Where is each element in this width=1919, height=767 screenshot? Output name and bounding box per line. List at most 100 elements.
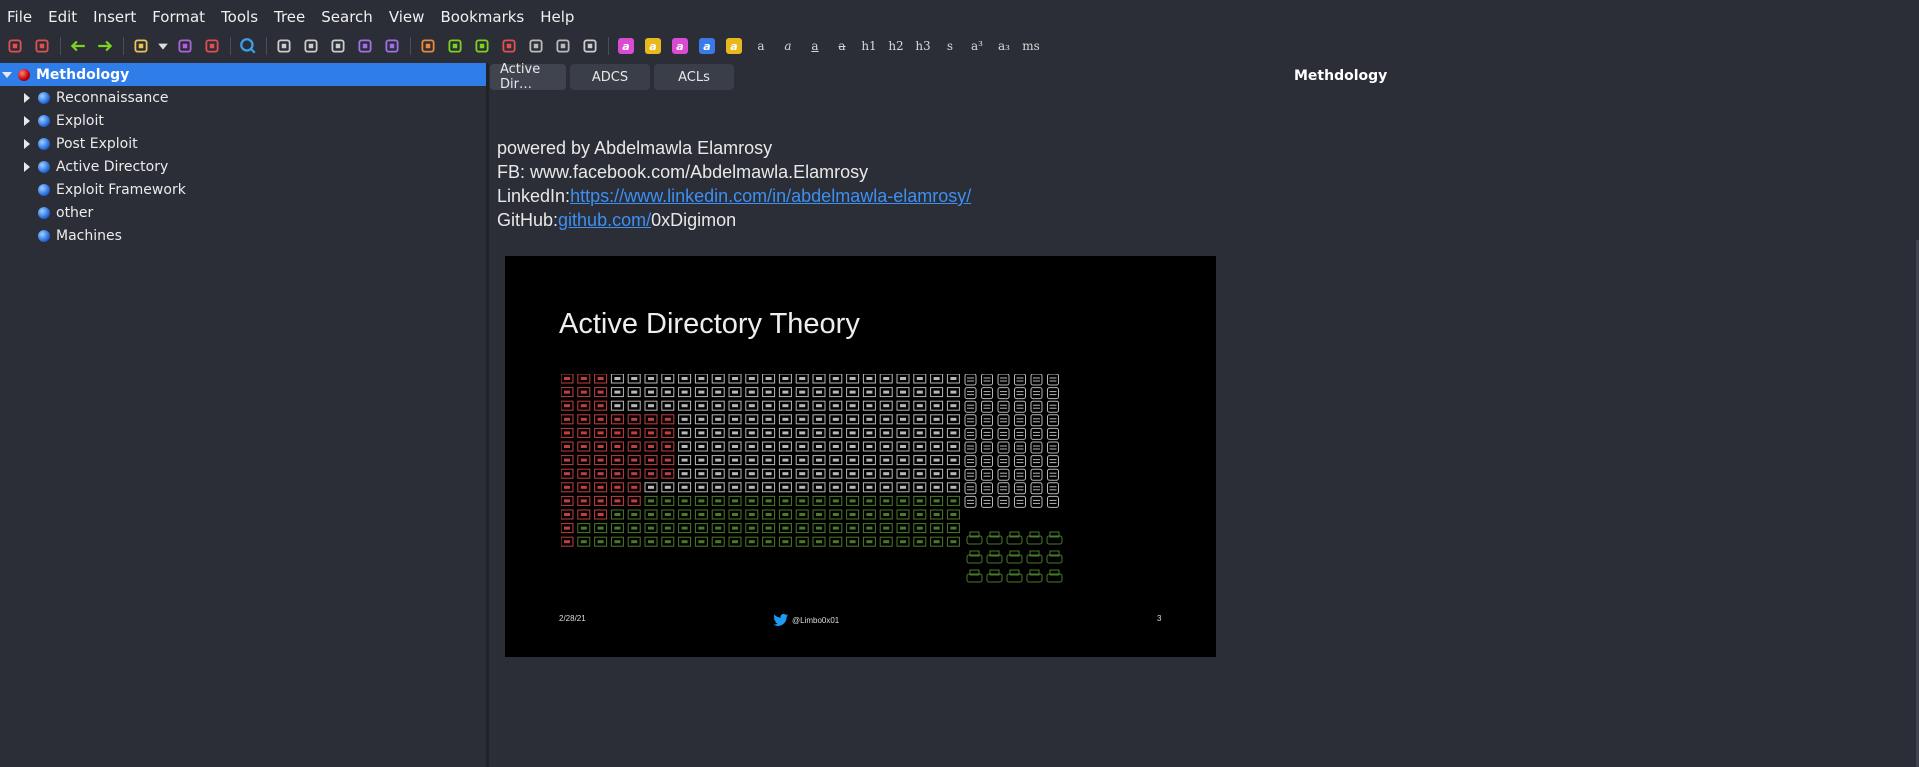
expander-right-icon[interactable] (20, 114, 34, 128)
menu-edit[interactable]: Edit (40, 8, 85, 26)
computer-icon (913, 387, 927, 398)
expander-right-icon[interactable] (20, 137, 34, 151)
fg-color-icon[interactable]: a (615, 35, 637, 57)
underline-icon[interactable]: a (804, 35, 826, 57)
computer-icon (762, 414, 776, 425)
menu-tools[interactable]: Tools (213, 8, 266, 26)
numbered-list-icon[interactable] (300, 35, 322, 57)
computer-icon (610, 414, 624, 425)
monospace-icon[interactable]: ms (1020, 35, 1042, 57)
computer-icon (561, 536, 574, 547)
h1-icon[interactable]: h1 (858, 35, 880, 57)
bg-color-icon[interactable]: a (642, 35, 664, 57)
h2-icon[interactable]: h2 (885, 35, 907, 57)
computer-icon (561, 387, 574, 398)
computer-icon (930, 455, 944, 466)
computer-icon (862, 536, 876, 547)
save-icon[interactable] (174, 35, 196, 57)
insert-anchor-icon[interactable] (498, 35, 520, 57)
italic-icon[interactable]: a (777, 35, 799, 57)
subscript-icon[interactable]: a₃ (993, 35, 1015, 57)
tree-node-active-directory[interactable]: Active Directory (0, 155, 486, 178)
computer-icon (913, 482, 927, 493)
printer-icon (1006, 569, 1023, 583)
computer-icon (594, 536, 608, 547)
expander-down-icon[interactable] (0, 68, 14, 82)
computer-icon (577, 523, 591, 534)
computer-icon (946, 414, 960, 425)
computer-icon (577, 414, 591, 425)
insert-codebox-icon[interactable] (471, 35, 493, 57)
expander-right-icon[interactable] (20, 91, 34, 105)
computer-icon (795, 523, 809, 534)
menu-bookmarks[interactable]: Bookmarks (432, 8, 532, 26)
pane-divider[interactable] (486, 63, 489, 767)
computer-icon (913, 414, 927, 425)
highlight-color-icon[interactable]: a (723, 35, 745, 57)
insert-file-icon[interactable] (579, 35, 601, 57)
add-subnode-icon[interactable] (31, 35, 53, 57)
tree-node-post-exploit[interactable]: Post Exploit (0, 132, 486, 155)
tree-node-label: Exploit (56, 112, 104, 129)
tree-node-exploit[interactable]: Exploit (0, 109, 486, 132)
printer-icon (986, 569, 1003, 583)
menu-format[interactable]: Format (144, 8, 213, 26)
tab-adcs[interactable]: ADCS (570, 64, 650, 90)
tree-root-node[interactable]: Methdology (0, 63, 486, 86)
menu-tree[interactable]: Tree (266, 8, 313, 26)
forward-icon[interactable] (94, 35, 116, 57)
bold-color-icon[interactable]: a (669, 35, 691, 57)
computer-icon (627, 441, 641, 452)
menu-help[interactable]: Help (532, 8, 582, 26)
menu-search[interactable]: Search (313, 8, 381, 26)
small-text-icon[interactable]: a (750, 35, 772, 57)
computer-icon (846, 482, 860, 493)
small-icon[interactable]: s (939, 35, 961, 57)
superscript-icon[interactable]: a³ (966, 35, 988, 57)
tab-active-directory[interactable]: Active Dir… (490, 62, 566, 92)
server-icon (1014, 482, 1026, 495)
server-icon (981, 495, 993, 508)
link-icon[interactable] (552, 35, 574, 57)
expander-right-icon[interactable] (20, 160, 34, 174)
back-icon[interactable] (67, 35, 89, 57)
h3-icon[interactable]: h3 (912, 35, 934, 57)
menu-insert[interactable]: Insert (85, 8, 144, 26)
search-icon[interactable] (237, 35, 259, 57)
italic-color-icon[interactable]: a (696, 35, 718, 57)
computer-icon (745, 374, 759, 384)
menu-file[interactable]: File (0, 8, 40, 26)
toolbar-separator (410, 37, 411, 55)
bullet-list-icon[interactable] (273, 35, 295, 57)
computer-icon (913, 536, 927, 547)
insert-link-icon[interactable] (525, 35, 547, 57)
export-icon[interactable] (201, 35, 223, 57)
add-node-icon[interactable] (4, 35, 26, 57)
dropdown-arrow-icon[interactable] (157, 35, 169, 57)
tab-acls[interactable]: ACLs (654, 64, 734, 90)
strikethrough-icon[interactable]: a (831, 35, 853, 57)
unindent-icon[interactable] (381, 35, 403, 57)
todo-list-icon[interactable] (327, 35, 349, 57)
menu-view[interactable]: View (381, 8, 433, 26)
open-folder-icon[interactable] (130, 35, 152, 57)
computer-icon (846, 387, 860, 398)
computer-icon (661, 387, 675, 398)
insert-image-icon[interactable] (417, 35, 439, 57)
computer-icon (846, 523, 860, 534)
computer-icon (879, 482, 893, 493)
computer-icon (678, 509, 692, 520)
tree-node-machines[interactable]: Machines (0, 224, 486, 247)
github-link[interactable]: github.com/ (558, 210, 651, 230)
tree-node-reconnaissance[interactable]: Reconnaissance (0, 86, 486, 109)
computer-icon (561, 455, 574, 466)
tree-node-other[interactable]: other (0, 201, 486, 224)
computer-icon (594, 414, 608, 425)
computer-icon (678, 400, 692, 411)
editor-line-linkedin: LinkedIn:https://www.linkedin.com/in/abd… (497, 184, 1919, 208)
linkedin-link[interactable]: https://www.linkedin.com/in/abdelmawla-e… (570, 186, 971, 206)
indent-icon[interactable] (354, 35, 376, 57)
computer-icon (829, 455, 843, 466)
tree-node-exploit-framework[interactable]: Exploit Framework (0, 178, 486, 201)
insert-table-icon[interactable] (444, 35, 466, 57)
